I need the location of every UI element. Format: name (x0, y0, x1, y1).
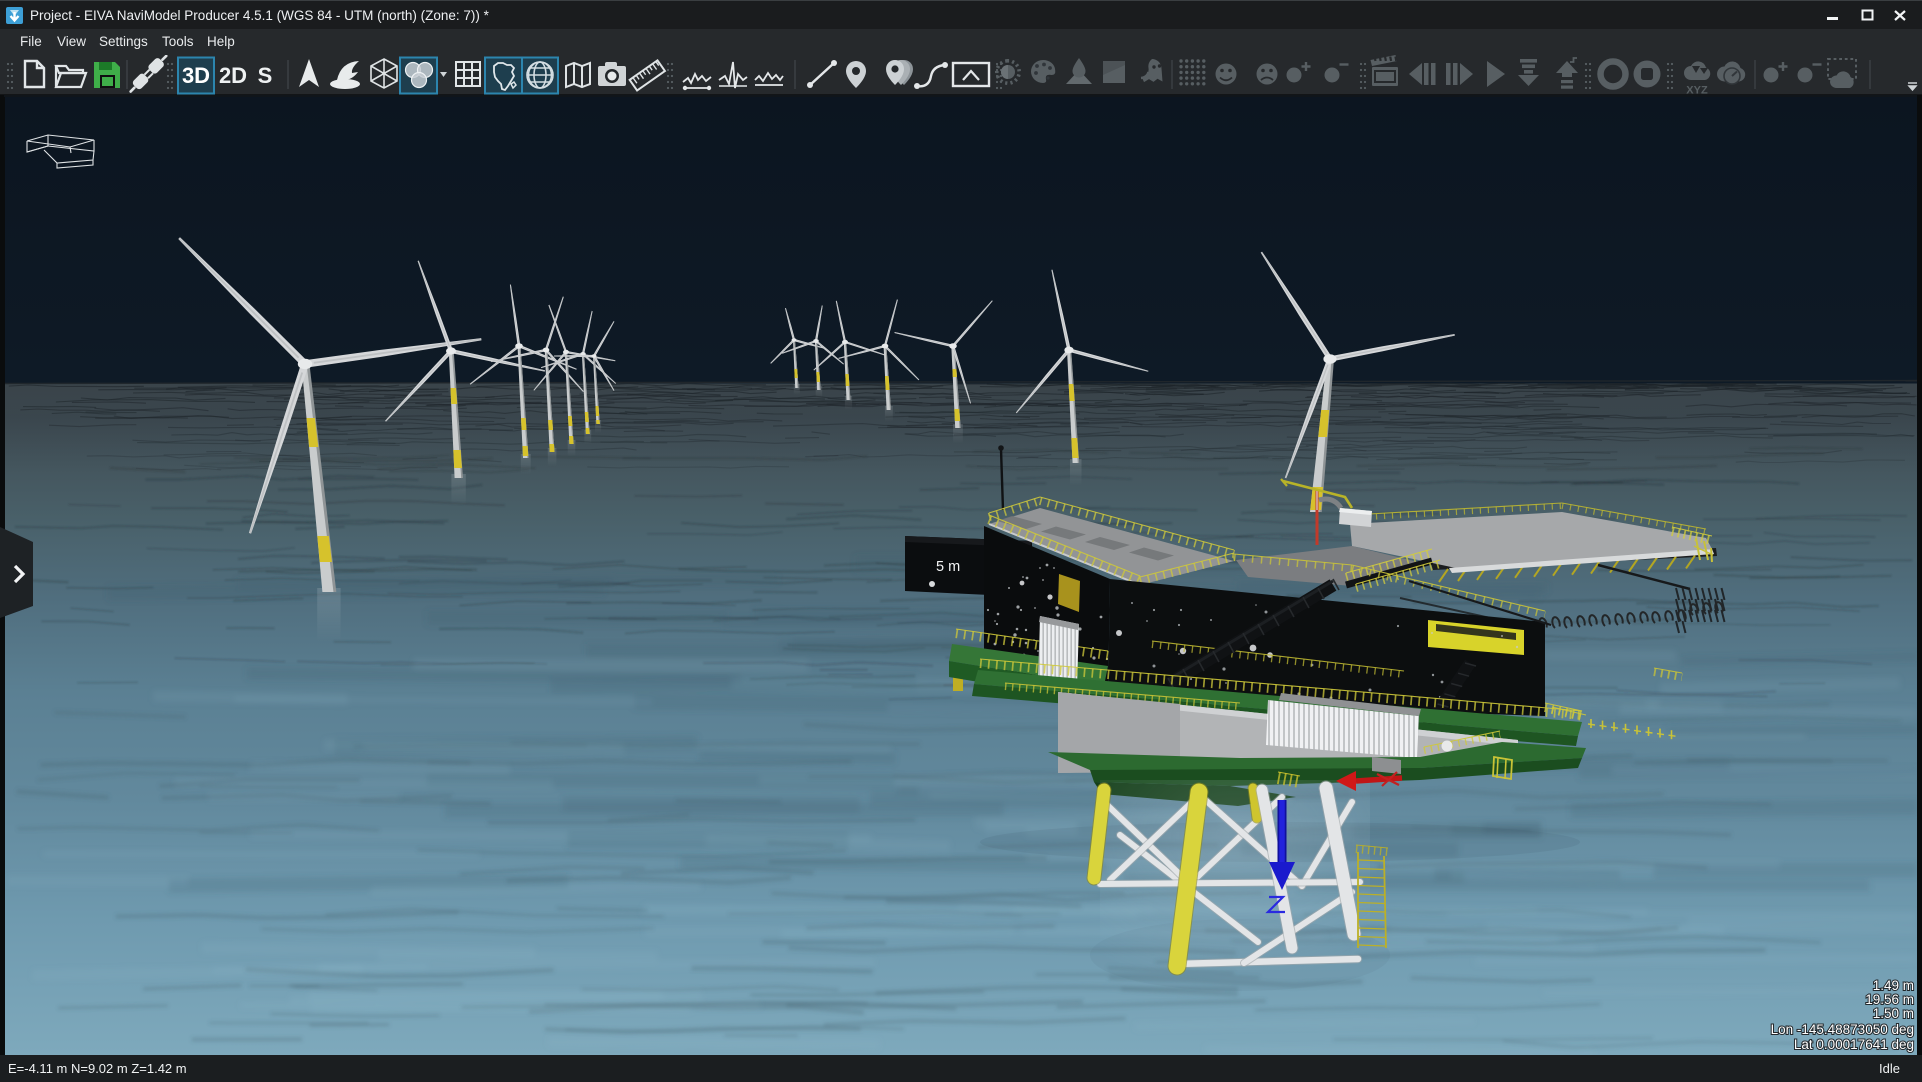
svg-text:2D: 2D (219, 63, 247, 88)
svg-text:1.49 m: 1.49 m (1873, 978, 1914, 993)
svg-text:3D: 3D (182, 63, 210, 88)
svg-text:Lat 0.00017641 deg: Lat 0.00017641 deg (1794, 1037, 1914, 1052)
svg-text:Lon -145.48873050 deg: Lon -145.48873050 deg (1771, 1022, 1914, 1037)
svg-text:5 m: 5 m (936, 559, 960, 575)
svg-text:XYZ: XYZ (1686, 85, 1708, 96)
svg-text:S: S (258, 63, 273, 88)
svg-text:1.50 m: 1.50 m (1873, 1006, 1914, 1021)
svg-text:19.56 m: 19.56 m (1865, 992, 1914, 1007)
